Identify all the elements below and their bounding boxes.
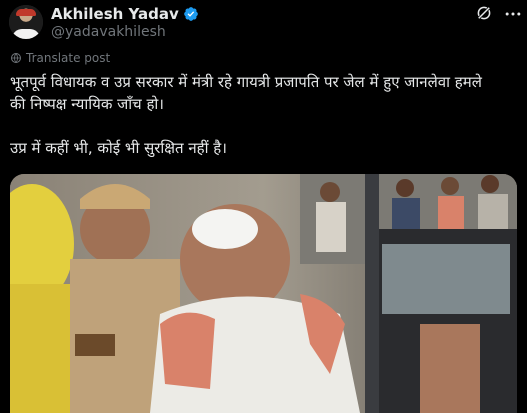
post-text-line: की निष्पक्ष न्यायिक जाँच हो। <box>10 95 164 113</box>
post-text: भूतपूर्व विधायक व उप्र सरकार में मंत्री … <box>10 71 520 159</box>
verified-badge-icon <box>183 7 198 21</box>
author-name-row[interactable]: Akhilesh Yadav <box>51 5 199 23</box>
author-handle[interactable]: @yadavakhilesh <box>51 24 166 40</box>
post-text-line: भूतपूर्व विधायक व उप्र सरकार में मंत्री … <box>10 73 482 91</box>
globe-icon <box>11 53 21 63</box>
grok-icon[interactable] <box>475 4 493 22</box>
author-name[interactable]: Akhilesh Yadav <box>51 5 179 23</box>
post-media-photo[interactable] <box>10 174 517 413</box>
post-header: Akhilesh Yadav @yadavakhilesh <box>0 0 527 56</box>
photo-illustration <box>10 174 517 413</box>
more-options-icon[interactable] <box>503 4 523 24</box>
translate-post-label[interactable]: Translate post <box>26 51 110 65</box>
post-text-line: उप्र में कहीं भी, कोई भी सुरक्षित नहीं ह… <box>10 139 227 157</box>
avatar[interactable] <box>9 5 43 39</box>
translate-post-link[interactable]: Translate post <box>10 51 110 65</box>
